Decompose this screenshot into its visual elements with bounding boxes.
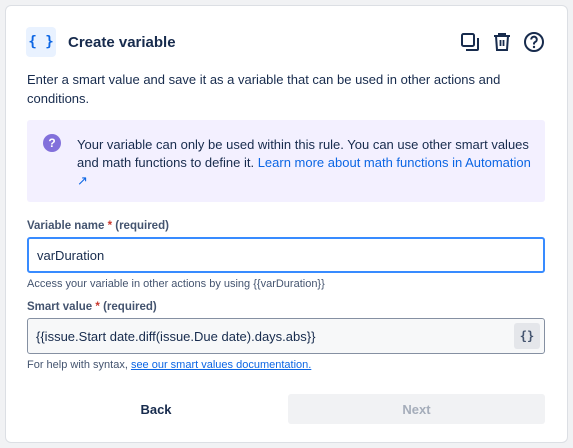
panel-title: Create variable — [68, 33, 176, 51]
variable-name-input[interactable]: varDuration — [27, 237, 545, 273]
smart-value-label: Smart value * (required) — [27, 301, 157, 313]
question-icon: ? — [43, 134, 61, 152]
required-star: * — [107, 220, 113, 232]
back-button[interactable]: Back — [32, 394, 280, 424]
create-variable-panel: { } Create variable Enter a smart value … — [5, 5, 568, 443]
trash-icon[interactable] — [489, 29, 515, 55]
variable-name-help: Access your variable in other actions by… — [27, 278, 325, 290]
info-banner: ? Your variable can only be used within … — [27, 120, 545, 202]
panel-description: Enter a smart value and save it as a var… — [27, 72, 501, 106]
smart-values-docs-link[interactable]: see our smart values documentation. — [131, 359, 311, 371]
smart-value-label-text: Smart value — [27, 301, 93, 313]
variable-name-label-text: Variable name — [27, 220, 105, 232]
smart-value-picker-button[interactable]: {} — [514, 323, 540, 349]
required-star: * — [95, 301, 100, 313]
smart-value-help-text: For help with syntax, — [27, 359, 128, 371]
curly-braces-icon: { } — [26, 27, 56, 57]
variable-name-label: Variable name * (required) — [27, 220, 169, 232]
duplicate-icon[interactable] — [457, 29, 483, 55]
next-button[interactable]: Next — [288, 394, 545, 424]
smart-value-text: {{issue.Start date.diff(issue.Due date).… — [36, 328, 316, 344]
help-icon[interactable] — [521, 29, 547, 55]
smart-value-input[interactable]: {{issue.Start date.diff(issue.Due date).… — [27, 318, 545, 354]
header-actions — [457, 29, 547, 55]
smart-value-help: For help with syntax, see our smart valu… — [27, 359, 311, 371]
required-text: (required) — [103, 301, 157, 313]
required-text: (required) — [115, 220, 169, 232]
info-text: Your variable can only be used within th… — [77, 136, 533, 190]
panel-header: { } Create variable — [26, 26, 547, 58]
